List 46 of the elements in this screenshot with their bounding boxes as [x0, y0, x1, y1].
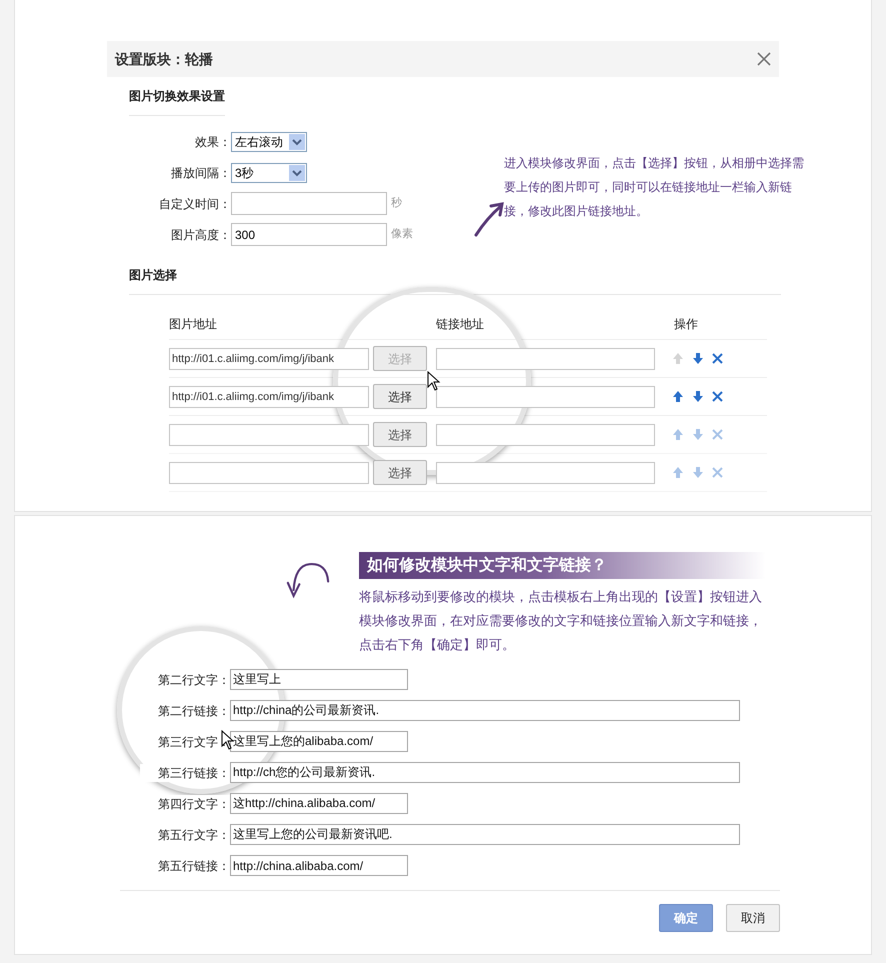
unit-label: 像素 [391, 226, 413, 242]
dropdown[interactable]: 3秒 [231, 162, 307, 182]
link-field[interactable] [436, 348, 655, 370]
cursor-icon [221, 730, 235, 750]
chevron-down-icon [289, 164, 305, 180]
chevron-down-icon [289, 134, 305, 150]
image-url-field[interactable] [169, 424, 369, 446]
field-label: 图片高度： [170, 226, 231, 244]
section-title: 图片选择 [129, 267, 178, 284]
text-field[interactable]: http://china.alibaba.com/ [230, 855, 408, 876]
select-button[interactable]: 选择 [373, 460, 427, 485]
down-arrow-icon[interactable] [692, 352, 704, 365]
text-field[interactable]: 这里写上 [230, 669, 408, 690]
field-label: 播放间隔： [170, 164, 231, 182]
hint-text: 进入模块修改界面，点击【选择】按钮，从相册中选择需要上传的图片即可，同时可以在链接地址一栏输入新链接，修改此图片链接地址。 [504, 155, 804, 220]
link-field[interactable] [436, 386, 655, 408]
text-field[interactable]: http://ch您的公司最新资讯. [230, 762, 740, 783]
unit-label: 秒 [391, 196, 402, 212]
text-field[interactable]: 这http://china.alibaba.com/ [230, 793, 408, 814]
text-field[interactable]: 这里写上您的公司最新资讯吧. [230, 824, 740, 845]
image-url-field[interactable] [169, 462, 369, 484]
hint-text: 将鼠标移动到要修改的模块，点击模板右上角出现的【设置】按钮进入模块修改界面，在对应需要修改的文字和链接位置输入新文字和链接，点击右下角【确定】即可。 [359, 588, 763, 654]
delete-icon[interactable] [712, 391, 723, 402]
text-field[interactable] [231, 192, 387, 215]
down-arrow-icon[interactable] [692, 390, 704, 403]
column-header: 操作 [674, 316, 698, 333]
dialog-title: 设置版块：轮播 [115, 50, 213, 68]
delete-icon[interactable] [712, 353, 723, 364]
text-field[interactable]: 300 [231, 223, 387, 246]
cursor-icon [427, 371, 441, 391]
column-header: 图片地址 [169, 316, 218, 333]
section-title: 图片切换效果设置 [129, 87, 225, 116]
cancel-button[interactable]: 取消 [726, 904, 780, 932]
dropdown[interactable]: 左右滚动 [231, 132, 307, 152]
text-field[interactable]: http://china的公司最新资讯. [230, 700, 740, 721]
up-arrow-icon[interactable] [672, 390, 684, 403]
close-icon[interactable] [757, 52, 771, 66]
field-label: 效果： [194, 134, 231, 150]
select-button[interactable]: 选择 [373, 422, 427, 447]
column-header: 链接地址 [436, 316, 485, 333]
select-button[interactable]: 选择 [373, 384, 427, 409]
image-url-field[interactable]: http://i01.c.aliimg.com/img/j/ibank [169, 348, 369, 370]
image-url-field[interactable]: http://i01.c.aliimg.com/img/j/ibank [169, 386, 369, 408]
link-field[interactable] [436, 462, 655, 484]
link-field[interactable] [436, 424, 655, 446]
field-label: 自定义时间： [158, 196, 231, 212]
